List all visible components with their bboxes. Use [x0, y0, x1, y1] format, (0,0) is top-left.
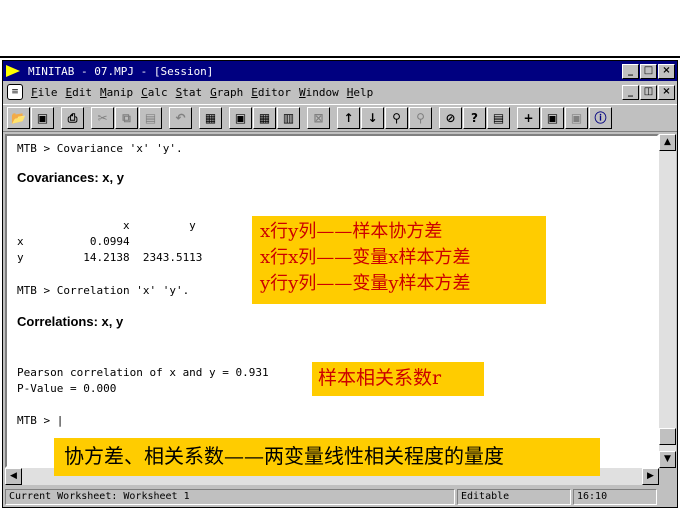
menu-item[interactable]: Graph — [210, 86, 243, 99]
mtb-prompt[interactable]: MTB > | — [17, 414, 63, 427]
save-icon[interactable]: ▣ — [31, 107, 54, 129]
title-bar: MINITAB - 07.MPJ - [Session] _ □ × — [3, 61, 677, 81]
find-icon[interactable]: ⚲ — [385, 107, 408, 129]
up-arrow-icon[interactable]: ↑ — [337, 107, 360, 129]
corr-note-text: 样本相关系数r — [318, 367, 442, 389]
print-icon[interactable]: ⎙ — [61, 107, 84, 129]
bottom-note-text: 协方差、相关系数——两变量线性相关程度的量度 — [64, 444, 504, 468]
window-title: MINITAB - 07.MPJ - [Session] — [28, 64, 214, 78]
status-bar: Current Worksheet: Worksheet 1 Editable … — [3, 487, 677, 507]
open-icon[interactable]: 📂 — [7, 107, 30, 129]
menu-item[interactable]: Window — [299, 86, 339, 99]
toolbar: 📂 ▣ ⎙ ✂ ⧉ ▤ ↶ ▦ ▣ ▦ ▥ ⊠ ↑ ↓ ⚲ ⚲ ⊘ ? ▤ + … — [3, 104, 677, 132]
cascade-icon[interactable]: ▣ — [565, 107, 588, 129]
status-mode: Editable — [457, 489, 571, 505]
correlations-heading: Correlations: x, y — [17, 314, 124, 329]
cov-row-x: x 0.0994 — [17, 235, 130, 248]
mdi-restore-button[interactable]: ◫ — [640, 84, 657, 100]
command-covariance: MTB > Covariance 'x' 'y'. — [17, 142, 183, 155]
menu-item[interactable]: Stat — [176, 86, 203, 99]
scroll-down-icon[interactable]: ▼ — [659, 451, 676, 468]
append-icon[interactable]: + — [517, 107, 540, 129]
maximize-button[interactable]: □ — [640, 63, 657, 79]
menu-item[interactable]: File — [31, 86, 58, 99]
close-button[interactable]: × — [658, 63, 675, 79]
cancel-icon[interactable]: ⊘ — [439, 107, 462, 129]
menu-bar: ≡ File Edit Manip Calc Stat Graph Editor Window… — [3, 82, 677, 102]
menu-item[interactable]: Editor — [251, 86, 291, 99]
cov-note-line-1: x行y列——样本协方差 — [260, 221, 443, 242]
status-time: 16:10 — [573, 489, 657, 505]
minimize-button[interactable]: _ — [622, 63, 639, 79]
help-icon[interactable]: ? — [463, 107, 486, 129]
cov-note-line-2: x行x列——变量x样本方差 — [260, 247, 471, 268]
session-doc-icon[interactable]: ≡ — [7, 84, 23, 100]
down-arrow-icon[interactable]: ↓ — [361, 107, 384, 129]
paste-icon[interactable]: ▤ — [139, 107, 162, 129]
project-manager-icon[interactable]: ▥ — [277, 107, 300, 129]
covariance-annotation: x行y列——样本协方差 x行x列——变量x样本方差 y行y列——变量y样本方差 — [252, 216, 546, 304]
cut-icon[interactable]: ✂ — [91, 107, 114, 129]
menu-item[interactable]: Manip — [100, 86, 133, 99]
summary-annotation: 协方差、相关系数——两变量线性相关程度的量度 — [54, 438, 600, 476]
slide-background — [0, 0, 680, 60]
minitab-logo-icon — [6, 63, 24, 79]
info-icon[interactable]: ⓘ — [589, 107, 612, 129]
menu-item[interactable]: Calc — [141, 86, 168, 99]
correlation-annotation: 样本相关系数r — [312, 362, 484, 396]
session-window-icon[interactable]: ▣ — [229, 107, 252, 129]
command-correlation: MTB > Correlation 'x' 'y'. — [17, 284, 190, 297]
menu-item[interactable]: Help — [347, 86, 374, 99]
stat-guide-icon[interactable]: ▤ — [487, 107, 510, 129]
cov-note-line-3: y行y列——变量y样本方差 — [260, 273, 471, 294]
scroll-left-icon[interactable]: ◀ — [5, 468, 22, 485]
mdi-minimize-button[interactable]: _ — [622, 84, 639, 100]
pvalue-line: P-Value = 0.000 — [17, 382, 117, 395]
slide-divider — [0, 56, 680, 58]
close-graphs-icon[interactable]: ⊠ — [307, 107, 330, 129]
scroll-right-icon[interactable]: ▶ — [642, 468, 659, 485]
menu-item[interactable]: Edit — [66, 86, 93, 99]
cov-row-y: y 14.2138 2343.5113 — [17, 251, 203, 264]
undo-icon[interactable]: ↶ — [169, 107, 192, 129]
mdi-close-button[interactable]: × — [658, 84, 675, 100]
covariances-heading: Covariances: x, y — [17, 170, 124, 185]
pearson-line: Pearson correlation of x and y = 0.931 — [17, 366, 269, 379]
cov-matrix-header: x y — [17, 219, 196, 232]
edit-last-dialog-icon[interactable]: ▦ — [199, 107, 222, 129]
find-next-icon[interactable]: ⚲ — [409, 107, 432, 129]
worksheet-icon[interactable]: ▦ — [253, 107, 276, 129]
copy-icon[interactable]: ⧉ — [115, 107, 138, 129]
scroll-thumb[interactable] — [659, 428, 676, 445]
status-worksheet: Current Worksheet: Worksheet 1 — [5, 489, 455, 505]
scroll-up-icon[interactable]: ▲ — [659, 134, 676, 151]
vertical-scrollbar[interactable]: ▲ ▼ — [659, 134, 676, 468]
tile-icon[interactable]: ▣ — [541, 107, 564, 129]
